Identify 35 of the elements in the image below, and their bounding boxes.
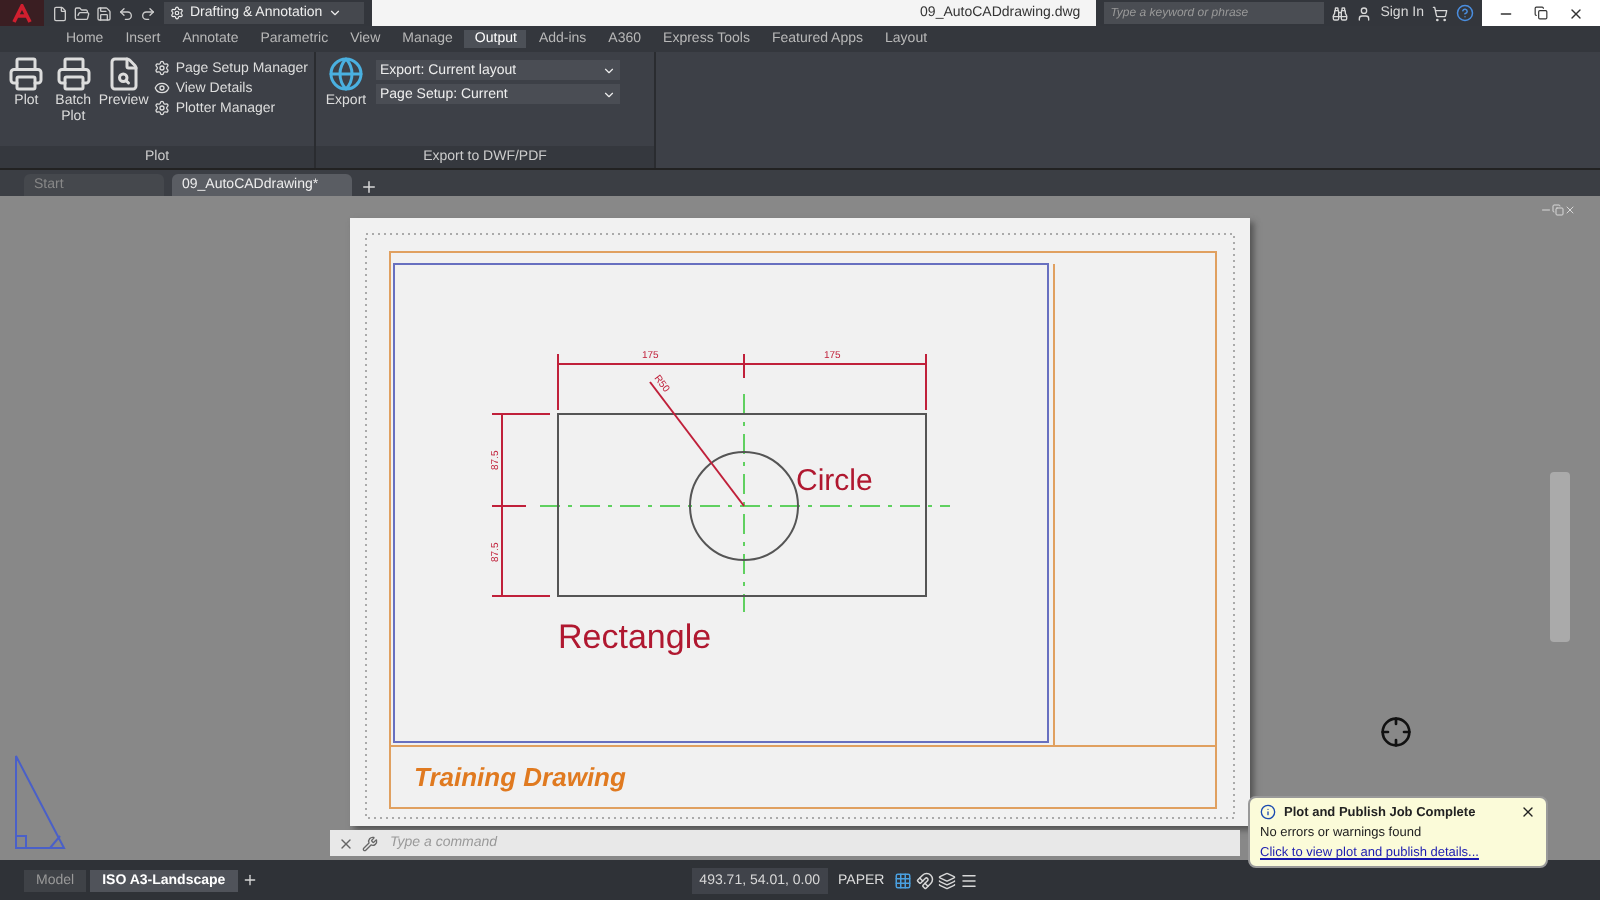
gear-icon bbox=[170, 6, 184, 20]
gear-icon bbox=[153, 100, 170, 116]
binoculars-icon[interactable] bbox=[1332, 5, 1349, 21]
globe-icon bbox=[328, 56, 364, 92]
redo-icon[interactable] bbox=[140, 5, 156, 21]
help-icon[interactable] bbox=[1456, 4, 1474, 22]
printer-icon bbox=[55, 56, 92, 92]
save-icon[interactable] bbox=[96, 5, 112, 21]
folder-icon[interactable] bbox=[74, 5, 90, 21]
magnified-page-icon bbox=[105, 56, 142, 92]
cart-icon[interactable] bbox=[1432, 5, 1448, 21]
undo-icon[interactable] bbox=[118, 5, 134, 21]
crosshair-cursor-icon bbox=[1380, 716, 1412, 748]
menu-icon[interactable] bbox=[960, 871, 979, 889]
title-block-text: Training Drawing bbox=[414, 762, 626, 792]
new-tab-icon[interactable] bbox=[360, 178, 378, 196]
user-icon[interactable] bbox=[1356, 5, 1373, 21]
new-layout-icon[interactable] bbox=[241, 872, 258, 888]
caret-icon bbox=[328, 6, 343, 20]
layers-icon[interactable] bbox=[938, 871, 957, 889]
circle-shape bbox=[689, 451, 799, 561]
shape-label: Circle bbox=[796, 464, 873, 498]
grid-icon[interactable] bbox=[894, 871, 913, 889]
close-icon[interactable] bbox=[1520, 804, 1536, 820]
close-icon[interactable] bbox=[1568, 5, 1584, 21]
snap-icon[interactable] bbox=[916, 871, 935, 889]
info-icon bbox=[1260, 804, 1276, 820]
gear-icon bbox=[153, 60, 170, 76]
wrench-icon[interactable] bbox=[362, 835, 378, 851]
eye-icon bbox=[153, 80, 170, 96]
ucs-icon bbox=[12, 752, 68, 852]
shape-label: Rectangle bbox=[558, 618, 712, 656]
new-file-icon[interactable] bbox=[52, 5, 68, 21]
printer-icon bbox=[8, 56, 45, 92]
restore-icon[interactable] bbox=[1534, 6, 1548, 20]
